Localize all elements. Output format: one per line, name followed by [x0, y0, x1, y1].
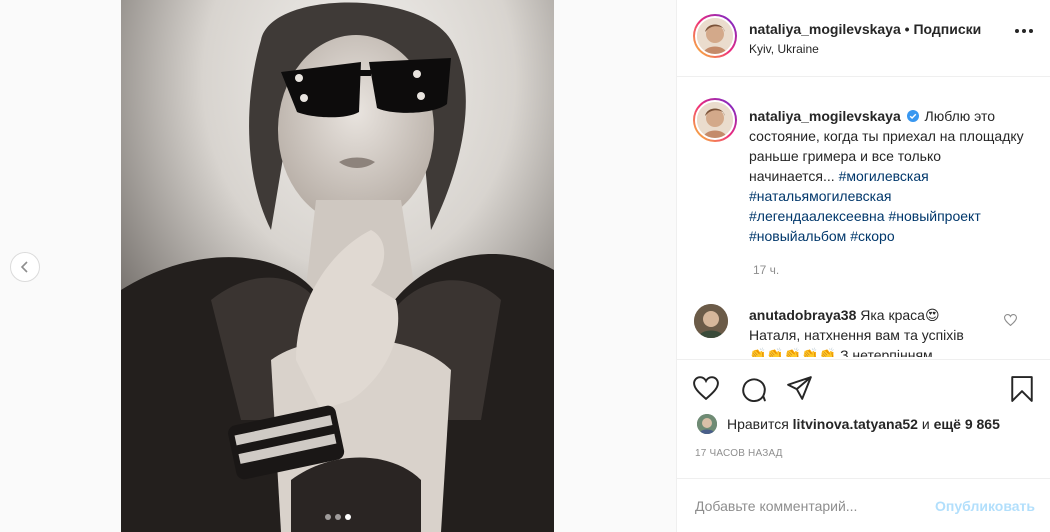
post-actions-bar	[677, 359, 1050, 419]
hashtag[interactable]: #новыйпроект	[888, 208, 980, 224]
liker-username[interactable]: litvinova.tatyana52	[793, 416, 918, 432]
post-timestamp[interactable]: 17 ЧАСОВ НАЗАД	[695, 448, 783, 459]
post-side-panel: nataliya_mogilevskaya • Подписки Kyiv, U…	[676, 0, 1050, 532]
like-heart-icon[interactable]	[693, 376, 719, 400]
post-location[interactable]: Kyiv, Ukraine	[749, 42, 819, 56]
hashtag[interactable]: #могилевская	[839, 168, 929, 184]
comment-bubble-icon[interactable]	[741, 376, 767, 402]
carousel-dot	[324, 514, 331, 520]
caption-username[interactable]: nataliya_mogilevskaya	[749, 108, 901, 124]
likes-and: и	[921, 416, 930, 432]
more-options-icon[interactable]	[1015, 29, 1033, 33]
share-send-icon[interactable]	[787, 376, 813, 400]
publish-button[interactable]: Опубликовать	[935, 498, 1035, 514]
hashtag[interactable]: #скоро	[850, 228, 894, 244]
comment-item: anutadobraya38 Яка краса😍 Наталя, натхне…	[749, 305, 1001, 357]
caption-time[interactable]: 17 ч.	[753, 263, 779, 277]
hashtag[interactable]: #новыйальбом	[749, 228, 846, 244]
post-header: nataliya_mogilevskaya • Подписки Kyiv, U…	[677, 0, 1050, 77]
verified-badge-icon	[906, 110, 919, 122]
post-caption: nataliya_mogilevskaya Люблю это состояни…	[749, 106, 1029, 246]
comment-input[interactable]: Добавьте комментарий...	[695, 498, 857, 514]
likes-count-button[interactable]: ещё 9 865	[934, 416, 1000, 432]
save-bookmark-icon[interactable]	[1011, 376, 1033, 402]
comment-text: Яка краса	[860, 307, 925, 323]
author-avatar[interactable]	[693, 14, 737, 58]
carousel-dot	[334, 514, 341, 520]
likes-prefix: Нравится	[727, 416, 789, 432]
separator: •	[904, 21, 910, 37]
carousel-prev-button[interactable]	[10, 252, 40, 282]
carousel-indicator	[121, 514, 554, 520]
caption-author-avatar[interactable]	[693, 98, 737, 142]
hashtag[interactable]: #натальямогилевская	[749, 188, 891, 204]
carousel-dot-active	[344, 514, 351, 520]
author-username[interactable]: nataliya_mogilevskaya	[749, 21, 901, 37]
post-photo[interactable]	[121, 0, 554, 532]
commenter-avatar[interactable]	[694, 304, 728, 338]
following-button[interactable]: Подписки	[913, 21, 981, 37]
comment-text-line2: Наталя, натхнення вам та успіхів	[749, 327, 964, 343]
commenter-username[interactable]: anutadobraya38	[749, 307, 856, 323]
comment-emoji-line: 👏👏👏👏👏	[749, 347, 837, 357]
comment-text-line3: З нетерпінням	[840, 347, 933, 357]
likes-summary: Нравится litvinova.tatyana52 и ещё 9 865	[697, 414, 1000, 434]
add-comment-form: Добавьте комментарий... Опубликовать	[677, 478, 1050, 532]
chevron-left-icon	[20, 261, 28, 273]
comment-like-heart-icon[interactable]	[1004, 314, 1017, 326]
author-line: nataliya_mogilevskaya • Подписки	[749, 21, 981, 37]
hashtag[interactable]: #легендаалексеевна	[749, 208, 885, 224]
portrait-illustration	[121, 0, 554, 532]
comment-emoji: 😍	[924, 307, 940, 323]
liker-avatar[interactable]	[697, 414, 717, 434]
